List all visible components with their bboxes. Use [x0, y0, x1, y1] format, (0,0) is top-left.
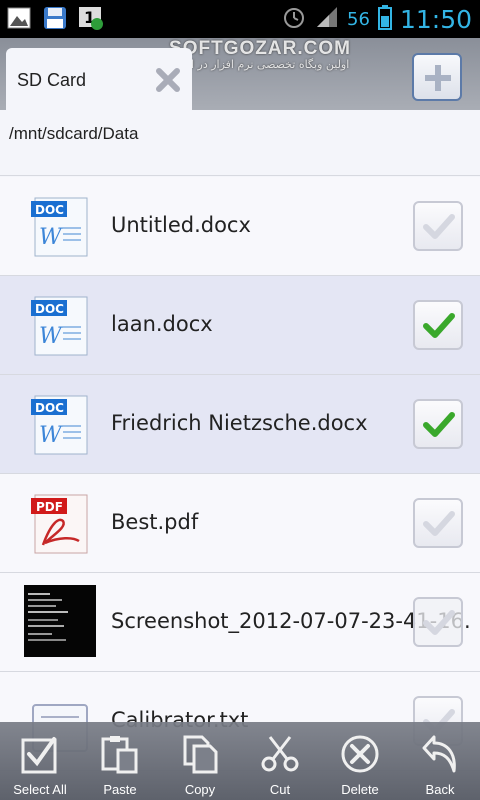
select-all-button[interactable]: Select All: [0, 722, 80, 800]
plus-icon: [425, 65, 451, 91]
current-path: /mnt/sdcard/Data: [9, 124, 139, 143]
copy-icon: [183, 735, 218, 774]
file-checkbox[interactable]: [413, 597, 463, 647]
path-bar: /mnt/sdcard/Data: [0, 110, 480, 176]
file-checkbox[interactable]: [413, 201, 463, 251]
doc-file-icon: DOC W: [29, 394, 91, 456]
back-label: Back: [425, 782, 455, 797]
scissors-icon: [261, 736, 299, 772]
svg-text:PDF: PDF: [36, 500, 63, 514]
delete-button[interactable]: Delete: [320, 722, 400, 800]
back-button[interactable]: Back: [400, 722, 480, 800]
image-icon: [6, 5, 32, 31]
file-checkbox[interactable]: [413, 300, 463, 350]
cut-button[interactable]: Cut: [240, 722, 320, 800]
check-icon: [423, 412, 455, 437]
select-all-icon: [21, 737, 57, 774]
file-row[interactable]: DOC W laan.docx: [0, 276, 480, 375]
copy-button[interactable]: Copy: [160, 722, 240, 800]
check-icon: [423, 313, 455, 338]
alarm-clock-icon: [281, 4, 307, 34]
battery-level: 56: [347, 8, 370, 30]
check-icon: [423, 610, 455, 635]
close-icon[interactable]: [154, 66, 182, 94]
status-bar: 1 56 11:50: [0, 0, 480, 38]
svg-text:W: W: [39, 423, 64, 448]
copy-label: Copy: [184, 782, 216, 797]
add-tab-button[interactable]: [412, 53, 462, 101]
delete-icon: [341, 735, 379, 773]
paste-label: Paste: [103, 782, 137, 797]
delete-label: Delete: [341, 782, 379, 797]
svg-text:W: W: [39, 225, 64, 250]
back-arrow-icon: [422, 735, 456, 773]
doc-file-icon: DOC W: [29, 295, 91, 357]
svg-text:DOC: DOC: [35, 401, 64, 415]
svg-text:W: W: [39, 324, 64, 349]
file-row[interactable]: PDF Best.pdf: [0, 474, 480, 573]
bottom-toolbar: Select All Paste Copy Cut Delete Back: [0, 722, 480, 800]
clock: 11:50: [399, 4, 472, 34]
cut-label: Cut: [269, 782, 291, 797]
tab-sd-card[interactable]: SD Card: [6, 48, 192, 110]
check-icon: [423, 214, 455, 239]
pdf-file-icon: PDF: [29, 493, 91, 555]
paste-button[interactable]: Paste: [80, 722, 160, 800]
check-icon: [423, 511, 455, 536]
select-all-label: Select All: [13, 782, 67, 797]
floppy-icon: [42, 5, 68, 31]
file-checkbox[interactable]: [413, 399, 463, 449]
tab-label: SD Card: [17, 70, 87, 90]
paste-icon: [101, 736, 138, 774]
battery-icon: [377, 4, 392, 34]
file-row[interactable]: DOC W Friedrich Nietzsche.docx: [0, 375, 480, 474]
signal-icon: [315, 5, 339, 33]
file-row[interactable]: DOC W Untitled.docx: [0, 177, 480, 276]
file-row[interactable]: Screenshot_2012-07-07-23-41-16.png: [0, 573, 480, 672]
svg-text:DOC: DOC: [35, 302, 64, 316]
image-thumbnail: [24, 585, 96, 657]
svg-text:DOC: DOC: [35, 203, 64, 217]
sync-1-icon: 1: [78, 5, 104, 31]
file-checkbox[interactable]: [413, 498, 463, 548]
doc-file-icon: DOC W: [29, 196, 91, 258]
file-list: DOC W Untitled.docx DOC W laan.docx DOC W F…: [0, 177, 480, 771]
